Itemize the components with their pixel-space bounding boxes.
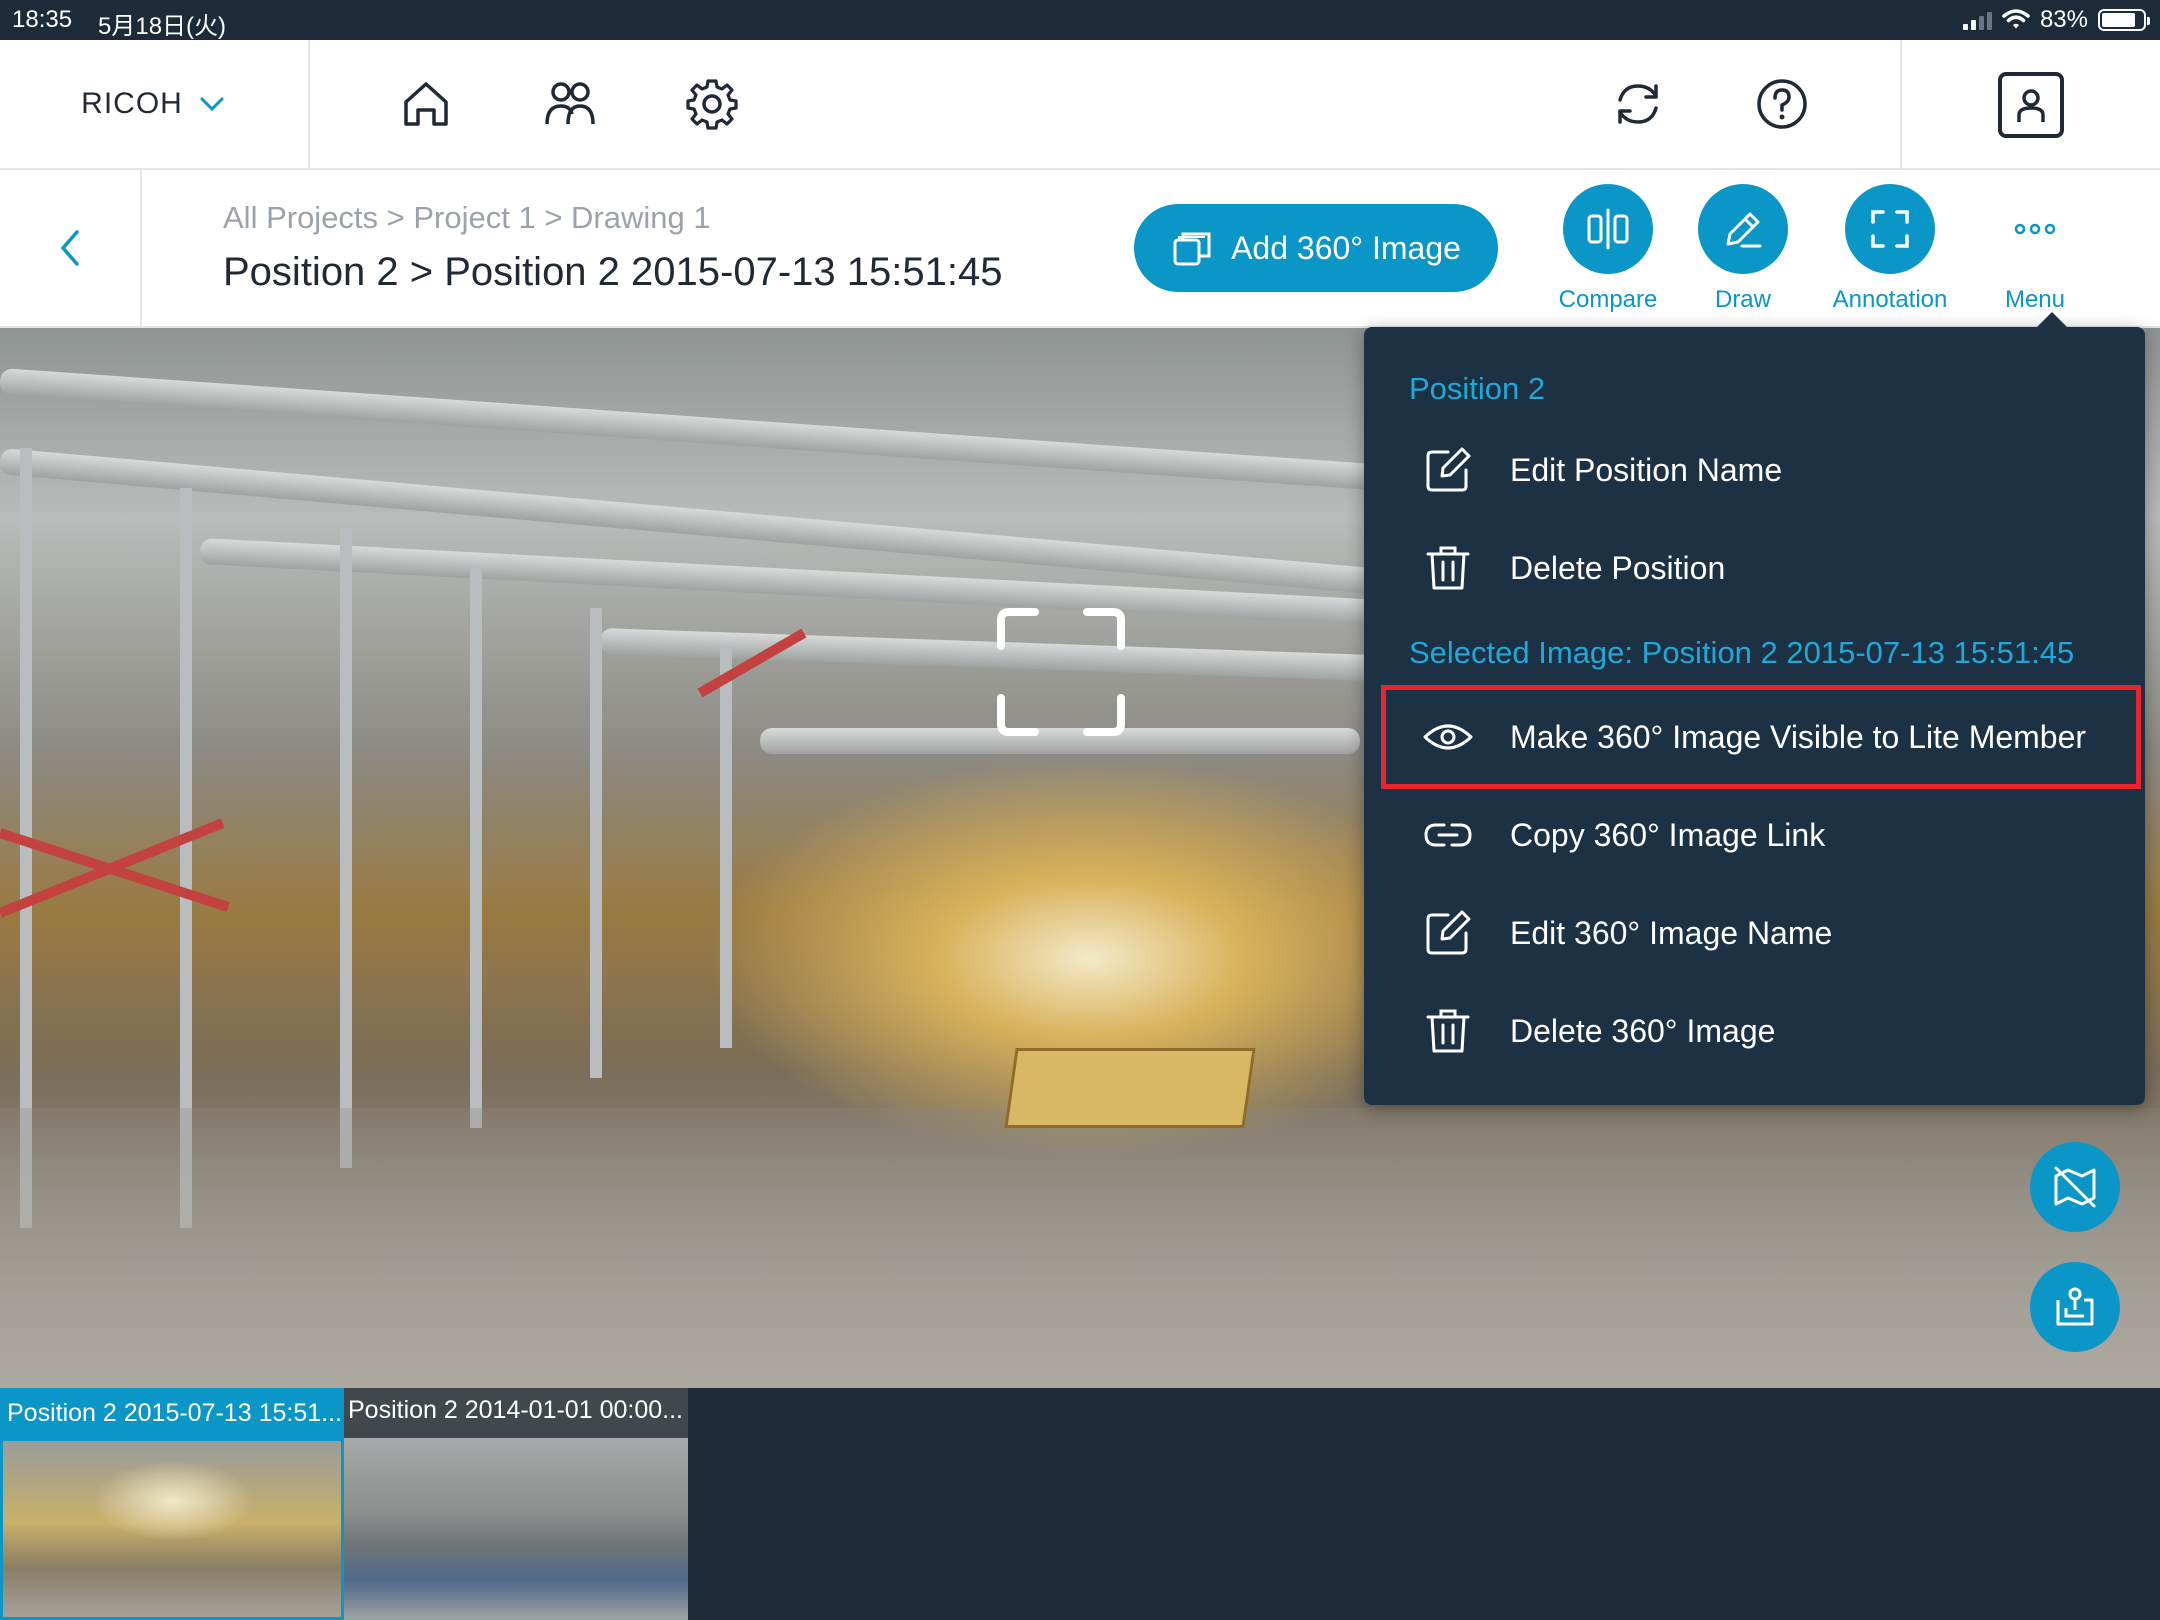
pencil-icon — [1726, 212, 1762, 248]
chevron-down-icon — [200, 97, 224, 112]
delete-position-item[interactable]: Delete Position — [1364, 519, 2145, 617]
battery-percent: 83% — [2039, 6, 2088, 33]
thumbnail-item[interactable]: Position 2 2014-01-01 00:00... — [344, 1388, 688, 1620]
menu-caret — [2036, 312, 2068, 328]
floor — [0, 1108, 2160, 1388]
hide-markers-icon — [2054, 1166, 2096, 1208]
edit-icon — [1418, 903, 1478, 963]
annotation-tool[interactable]: Annotation — [1810, 184, 1970, 314]
delete-image-label: Delete 360° Image — [1510, 1012, 1776, 1049]
edit-position-name-item[interactable]: Edit Position Name — [1364, 421, 2145, 519]
brand-name: RICOH — [81, 87, 183, 120]
link-icon — [1418, 805, 1478, 865]
scaffold — [720, 648, 732, 1048]
compare-icon — [1587, 208, 1629, 250]
account-area — [1900, 40, 2160, 168]
ceiling-pipe — [199, 538, 1400, 627]
workbench — [1004, 1048, 1256, 1128]
add-360-image-button[interactable]: Add 360° Image — [1134, 204, 1498, 292]
add-360-image-label: Add 360° Image — [1231, 229, 1461, 266]
edit-icon — [1418, 440, 1478, 500]
thumbnail-item[interactable]: Position 2 2015-07-13 15:51... — [0, 1388, 344, 1620]
thumbnail-image — [344, 1438, 688, 1620]
eye-icon — [1418, 707, 1478, 767]
brand-selector[interactable]: RICOH — [0, 40, 310, 168]
more-icon — [2014, 223, 2056, 235]
breadcrumb[interactable]: All Projects > Project 1 > Drawing 1 — [223, 200, 711, 236]
delete-image-item[interactable]: Delete 360° Image — [1364, 982, 2145, 1080]
home-icon[interactable] — [394, 72, 458, 136]
thumbnail-caption: Position 2 2014-01-01 00:00... — [344, 1388, 688, 1438]
page-title: Position 2 > Position 2 2015-07-13 15:51… — [223, 250, 1003, 294]
trash-icon — [1418, 538, 1478, 598]
hide-markers-button[interactable] — [2030, 1142, 2120, 1232]
status-time: 18:35 — [12, 6, 73, 33]
copy-image-link-item[interactable]: Copy 360° Image Link — [1364, 786, 2145, 884]
sub-header: All Projects > Project 1 > Drawing 1 Pos… — [0, 170, 2160, 328]
edit-image-name-label: Edit 360° Image Name — [1510, 914, 1833, 951]
make-visible-lite-member-item[interactable]: Make 360° Image Visible to Lite Member — [1364, 688, 2145, 786]
position-section-title: Position 2 — [1409, 371, 1546, 406]
draw-tool[interactable]: Draw — [1663, 184, 1823, 314]
scaffold — [340, 528, 352, 1168]
menu-tool[interactable]: Menu — [1955, 184, 2115, 314]
make-visible-lite-member-label: Make 360° Image Visible to Lite Member — [1510, 718, 2087, 755]
status-right: 83% — [1962, 6, 2150, 34]
thumbnail-image — [3, 1441, 341, 1617]
map-pin-icon — [2056, 1287, 2094, 1326]
sync-icon[interactable] — [1606, 72, 1670, 136]
gear-icon[interactable] — [680, 72, 744, 136]
delete-position-label: Delete Position — [1510, 549, 1726, 586]
signal-icon — [1962, 10, 1992, 30]
drawing-map-button[interactable] — [2030, 1262, 2120, 1352]
members-icon[interactable] — [538, 72, 602, 136]
image-filmstrip: Position 2 2015-07-13 15:51... Position … — [0, 1388, 2160, 1620]
back-button[interactable] — [0, 170, 142, 326]
help-icon[interactable] — [1750, 72, 1814, 136]
trash-icon — [1418, 1001, 1478, 1061]
menu-label: Menu — [2004, 286, 2066, 313]
status-date: 5月18日(火) — [98, 13, 227, 40]
scaffold — [590, 608, 602, 1078]
edit-position-name-label: Edit Position Name — [1510, 451, 1783, 488]
scaffold — [470, 568, 482, 1128]
top-nav: RICOH — [0, 40, 2160, 170]
annotation-frame-icon — [1871, 210, 1909, 248]
draw-label: Draw — [1714, 286, 1771, 313]
account-icon[interactable] — [1998, 72, 2064, 138]
chevron-left-icon — [60, 230, 79, 266]
image-section-title: Selected Image: Position 2 2015-07-13 15… — [1409, 635, 2075, 670]
reticle-icon — [997, 608, 1125, 736]
copy-images-icon — [1173, 232, 1211, 266]
status-bar: 18:35 5月18日(火) 83% — [0, 0, 2160, 40]
edit-image-name-item[interactable]: Edit 360° Image Name — [1364, 884, 2145, 982]
wifi-icon — [2002, 9, 2030, 29]
thumbnail-caption: Position 2 2015-07-13 15:51... — [3, 1391, 341, 1441]
battery-icon — [2098, 9, 2150, 31]
annotation-label: Annotation — [1832, 286, 1948, 313]
copy-image-link-label: Copy 360° Image Link — [1510, 816, 1826, 853]
menu-dropdown: Position 2 Edit Position Name Delete Pos… — [1364, 327, 2145, 1105]
